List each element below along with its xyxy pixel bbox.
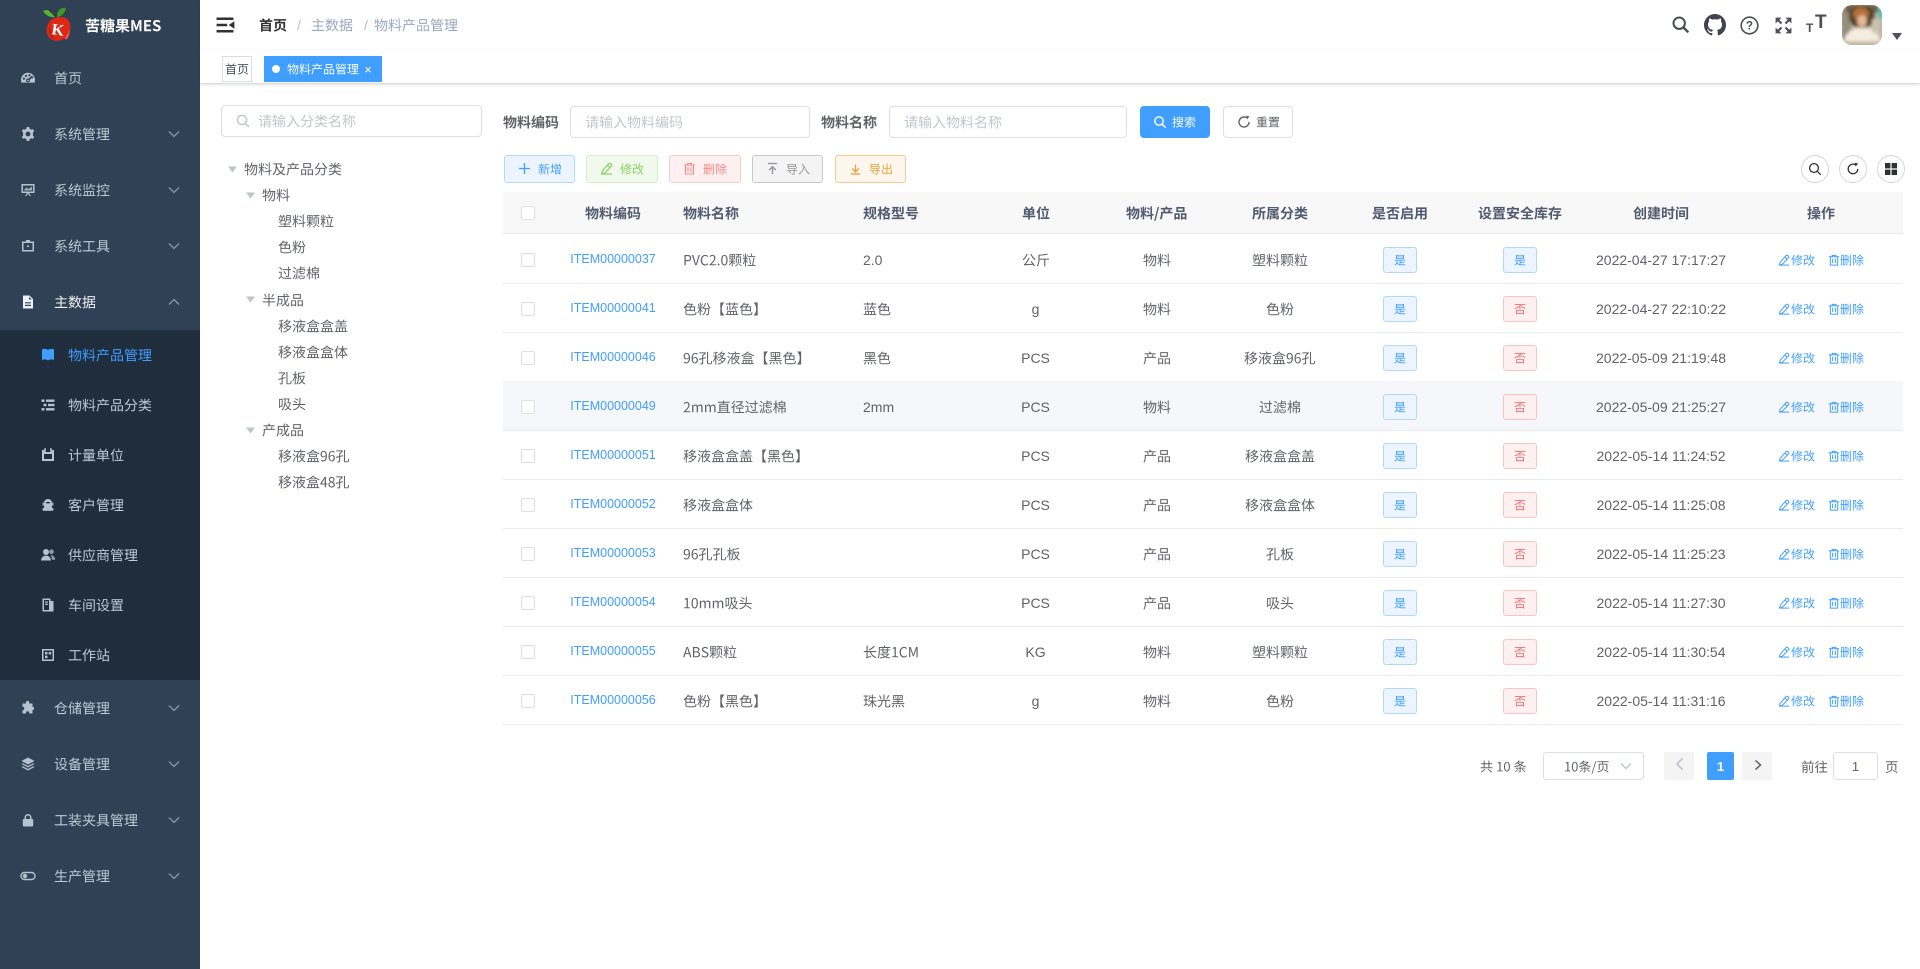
svg-text:?: ? bbox=[1746, 21, 1753, 33]
